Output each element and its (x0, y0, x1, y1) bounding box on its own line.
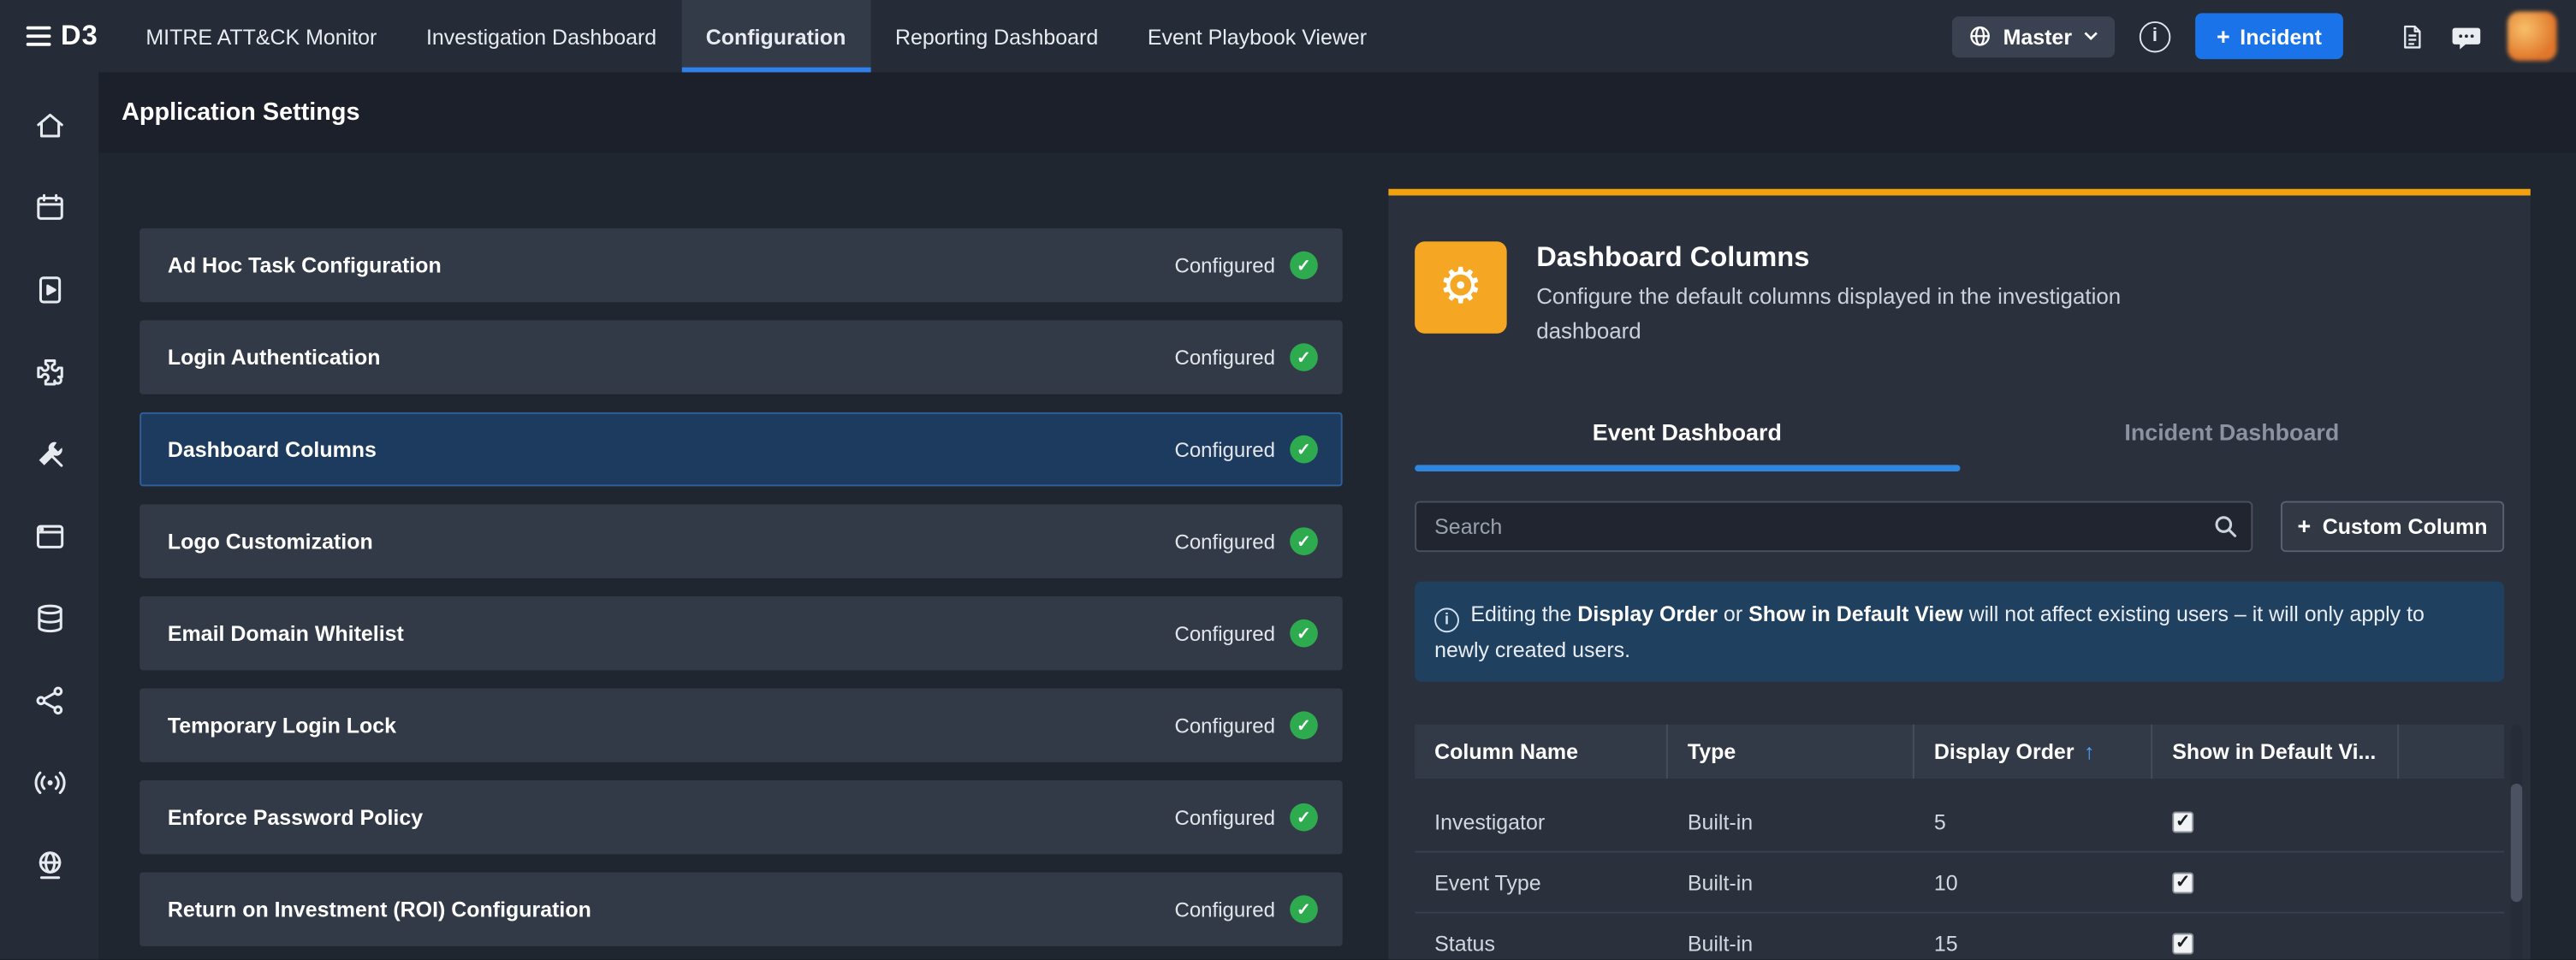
page-header: Application Settings (98, 72, 2576, 152)
configured-check-icon (1290, 619, 1318, 648)
window-icon[interactable] (32, 519, 66, 554)
new-incident-button[interactable]: + Incident (2195, 13, 2343, 59)
utilities-tools-icon[interactable] (32, 437, 66, 471)
connections-share-icon[interactable] (32, 684, 66, 718)
main-nav: MITRE ATT&CK Monitor Investigation Dashb… (122, 0, 1392, 72)
playbook-icon[interactable] (32, 273, 66, 307)
environment-label: Master (2003, 24, 2072, 49)
status-label: Configured (1175, 898, 1275, 921)
custom-column-button[interactable]: + Custom Column (2281, 501, 2504, 552)
status-label: Configured (1175, 806, 1275, 829)
top-navigation-bar: D3 MITRE ATT&CK Monitor Investigation Da… (0, 0, 2576, 72)
configured-check-icon (1290, 711, 1318, 739)
status-label: Configured (1175, 530, 1275, 553)
header-display-order[interactable]: Display Order↑ (1914, 725, 2152, 779)
info-banner: iEditing the Display Order or Show in De… (1415, 581, 2504, 682)
plus-icon: + (2298, 513, 2312, 540)
settings-list: Ad Hoc Task Configuration Configured Log… (139, 228, 1342, 960)
chat-icon[interactable] (2450, 21, 2483, 51)
configured-check-icon (1290, 895, 1318, 923)
application-window: D3 MITRE ATT&CK Monitor Investigation Da… (0, 0, 2576, 959)
table-row[interactable]: Status Built-in 15 (1415, 914, 2504, 960)
nav-mitre-attack-monitor[interactable]: MITRE ATT&CK Monitor (122, 0, 402, 72)
setting-logo-customization[interactable]: Logo Customization Configured (139, 504, 1342, 578)
header-show-in-default-view[interactable]: Show in Default Vi... (2152, 725, 2399, 779)
globe-language-icon[interactable] (32, 848, 66, 882)
page-title: Application Settings (122, 98, 359, 127)
table-spacer (1415, 779, 2504, 791)
configured-check-icon (1290, 527, 1318, 555)
setting-roi-configuration[interactable]: Return on Investment (ROI) Configuration… (139, 873, 1342, 946)
show-in-default-view-checkbox[interactable] (2172, 811, 2193, 833)
status-label: Configured (1175, 254, 1275, 277)
tab-event-dashboard[interactable]: Event Dashboard (1415, 399, 1959, 471)
nav-event-playbook-viewer[interactable]: Event Playbook Viewer (1123, 0, 1392, 72)
plus-icon: + (2217, 23, 2230, 50)
panel-subtitle: Configure the default columns displayed … (1536, 281, 2147, 349)
nav-investigation-dashboard[interactable]: Investigation Dashboard (401, 0, 681, 72)
status-label: Configured (1175, 714, 1275, 737)
setting-dashboard-columns[interactable]: Dashboard Columns Configured (139, 412, 1342, 486)
search-row: + Custom Column (1415, 501, 2504, 552)
content-area: Ad Hoc Task Configuration Configured Log… (98, 153, 2576, 960)
configured-check-icon (1290, 343, 1318, 371)
show-in-default-view-checkbox[interactable] (2172, 933, 2193, 954)
search-input[interactable] (1415, 501, 2253, 552)
table-row[interactable]: Investigator Built-in 5 (1415, 792, 2504, 853)
d3-logo[interactable]: D3 (27, 20, 98, 52)
header-type[interactable]: Type (1668, 725, 1914, 779)
document-icon[interactable] (2397, 21, 2425, 51)
setting-login-authentication[interactable]: Login Authentication Configured (139, 320, 1342, 394)
home-icon[interactable] (32, 109, 66, 143)
panel-title: Dashboard Columns (1536, 241, 2147, 274)
table-row[interactable]: Event Type Built-in 10 (1415, 853, 2504, 914)
setting-temporary-login-lock[interactable]: Temporary Login Lock Configured (139, 688, 1342, 761)
calendar-icon[interactable] (32, 191, 66, 225)
setting-enforce-password-policy[interactable]: Enforce Password Policy Configured (139, 780, 1342, 854)
configured-check-icon (1290, 436, 1318, 464)
setting-ad-hoc-task-configuration[interactable]: Ad Hoc Task Configuration Configured (139, 228, 1342, 302)
header-column-name[interactable]: Column Name (1415, 725, 1668, 779)
environment-dropdown[interactable]: Master (1952, 15, 2115, 56)
status-label: Configured (1175, 346, 1275, 369)
d3-logo-text: D3 (61, 20, 98, 52)
sort-ascending-icon: ↑ (2084, 739, 2094, 764)
header-filler (2399, 725, 2504, 779)
globe-icon (1968, 25, 1991, 48)
status-label: Configured (1175, 622, 1275, 645)
chevron-down-icon (2084, 31, 2098, 41)
search-icon[interactable] (2213, 514, 2238, 539)
left-icon-sidebar (0, 72, 98, 959)
d3-logo-bars-icon (27, 22, 51, 50)
status-label: Configured (1175, 438, 1275, 461)
info-icon[interactable]: i (2140, 21, 2170, 51)
integrations-puzzle-icon[interactable] (32, 355, 66, 389)
configured-check-icon (1290, 252, 1318, 280)
tab-incident-dashboard[interactable]: Incident Dashboard (1960, 399, 2504, 471)
panel-header: ⚙ Dashboard Columns Configure the defaul… (1415, 241, 2504, 349)
signal-broadcast-icon[interactable] (32, 766, 66, 800)
scrollbar-thumb[interactable] (2511, 784, 2522, 902)
dashboard-columns-panel: ⚙ Dashboard Columns Configure the defaul… (1388, 189, 2530, 959)
gear-icon: ⚙ (1415, 241, 1507, 334)
table-scrollbar[interactable] (2511, 725, 2522, 959)
setting-email-domain-whitelist[interactable]: Email Domain Whitelist Configured (139, 596, 1342, 670)
nav-configuration[interactable]: Configuration (681, 0, 870, 72)
configured-check-icon (1290, 803, 1318, 832)
table-header-row: Column Name Type Display Order↑ Show in … (1415, 725, 2504, 779)
database-icon[interactable] (32, 601, 66, 636)
dashboard-tabs: Event Dashboard Incident Dashboard (1415, 399, 2504, 471)
topbar-right-cluster: Master i + Incident (1952, 11, 2576, 61)
info-icon: i (1434, 607, 1459, 632)
columns-table: Column Name Type Display Order↑ Show in … (1415, 725, 2504, 959)
user-avatar[interactable] (2508, 11, 2557, 61)
show-in-default-view-checkbox[interactable] (2172, 872, 2193, 893)
nav-reporting-dashboard[interactable]: Reporting Dashboard (870, 0, 1123, 72)
